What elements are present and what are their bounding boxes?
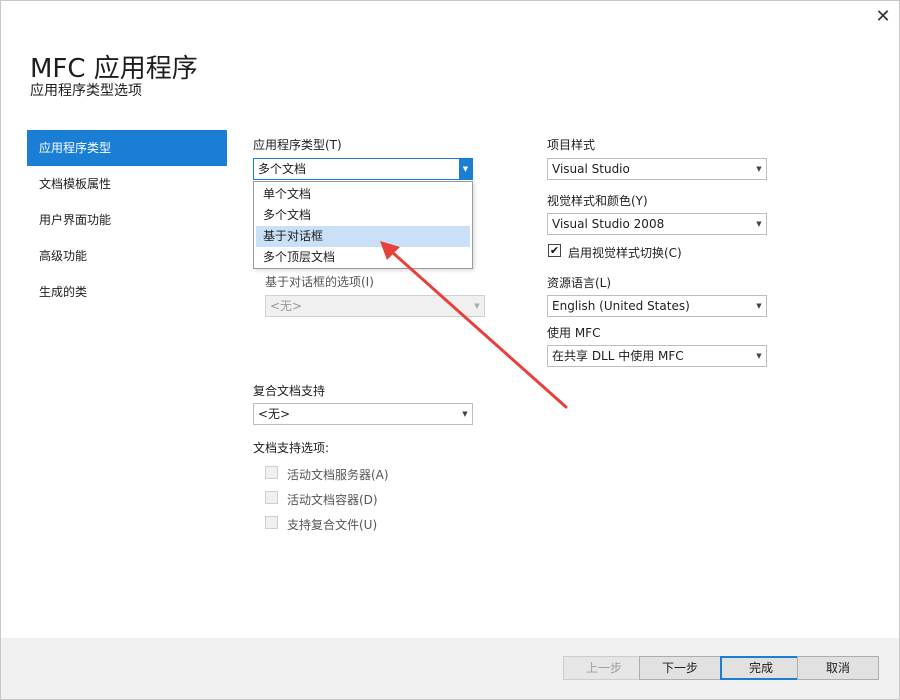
sidebar-item-doc-template[interactable]: 文档模板属性 (27, 166, 227, 202)
enable-visual-switch-label: 启用视觉样式切换(C) (568, 246, 682, 260)
dropdown-option-multi-toplevel[interactable]: 多个顶层文档 (256, 247, 470, 268)
project-style-label: 项目样式 (547, 138, 596, 152)
dropdown-option-multi-doc[interactable]: 多个文档 (256, 205, 470, 226)
resource-language-select[interactable]: English (United States) ▼ (547, 295, 767, 317)
sidebar-item-generated-classes[interactable]: 生成的类 (27, 274, 227, 310)
cancel-button[interactable]: 取消 (797, 656, 879, 680)
app-type-select[interactable]: 多个文档 ▼ (253, 158, 473, 180)
app-type-value: 多个文档 (258, 162, 307, 176)
chevron-down-icon[interactable]: ▼ (752, 214, 766, 234)
close-icon[interactable]: ✕ (872, 6, 894, 28)
compound-file-label: 支持复合文件(U) (287, 518, 378, 532)
resource-language-label: 资源语言(L) (547, 276, 612, 290)
project-style-value: Visual Studio (552, 162, 630, 176)
resource-language-value: English (United States) (552, 299, 690, 313)
next-button[interactable]: 下一步 (639, 656, 721, 680)
use-mfc-value: 在共享 DLL 中使用 MFC (552, 349, 684, 363)
dialog-options-select: <无> ▼ (265, 295, 485, 317)
app-type-dropdown-list: 单个文档 多个文档 基于对话框 多个顶层文档 (253, 181, 473, 269)
chevron-down-icon[interactable]: ▼ (752, 346, 766, 366)
visual-style-label: 视觉样式和颜色(Y) (547, 194, 648, 208)
prev-button[interactable]: 上一步 (563, 656, 645, 680)
use-mfc-select[interactable]: 在共享 DLL 中使用 MFC ▼ (547, 345, 767, 367)
app-type-label: 应用程序类型(T) (253, 138, 342, 152)
enable-visual-switch-checkbox[interactable]: ✔ (548, 244, 561, 257)
project-style-select[interactable]: Visual Studio ▼ (547, 158, 767, 180)
checkmark-icon: ✔ (549, 244, 560, 257)
compound-doc-value: <无> (258, 407, 291, 421)
active-doc-server-checkbox[interactable] (265, 466, 278, 479)
dropdown-option-dialog-based[interactable]: 基于对话框 (256, 226, 470, 247)
active-doc-server-label: 活动文档服务器(A) (287, 468, 389, 482)
compound-file-checkbox[interactable] (265, 516, 278, 529)
sidebar-item-ui-features[interactable]: 用户界面功能 (27, 202, 227, 238)
chevron-down-icon: ▼ (474, 302, 480, 310)
page-subtitle: 应用程序类型选项 (30, 83, 142, 99)
use-mfc-label: 使用 MFC (547, 326, 601, 340)
chevron-down-icon[interactable]: ▼ (458, 404, 472, 424)
dialog-options-label: 基于对话框的选项(I) (265, 275, 374, 289)
doc-support-label: 文档支持选项: (253, 441, 330, 455)
chevron-down-icon[interactable]: ▼ (459, 159, 472, 179)
dialog-options-value: <无> (270, 299, 303, 313)
sidebar-item-app-type[interactable]: 应用程序类型 (27, 130, 227, 166)
finish-button[interactable]: 完成 (720, 656, 802, 680)
compound-doc-label: 复合文档支持 (253, 384, 326, 398)
visual-style-value: Visual Studio 2008 (552, 217, 665, 231)
dropdown-option-single-doc[interactable]: 单个文档 (256, 184, 470, 205)
chevron-down-icon[interactable]: ▼ (752, 296, 766, 316)
compound-doc-select[interactable]: <无> ▼ (253, 403, 473, 425)
active-doc-container-label: 活动文档容器(D) (287, 493, 378, 507)
sidebar-item-advanced[interactable]: 高级功能 (27, 238, 227, 274)
chevron-down-icon[interactable]: ▼ (752, 159, 766, 179)
visual-style-select[interactable]: Visual Studio 2008 ▼ (547, 213, 767, 235)
active-doc-container-checkbox[interactable] (265, 491, 278, 504)
